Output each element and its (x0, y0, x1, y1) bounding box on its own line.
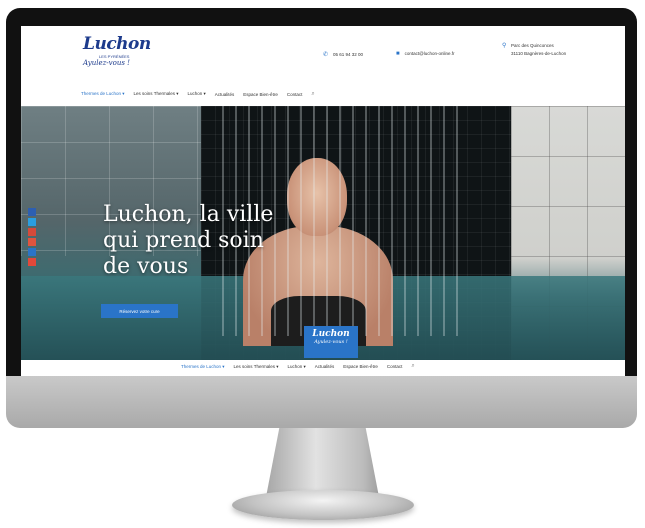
secondary-nav: Thermes de Luchon ▾ Les soins Thermales … (21, 360, 625, 376)
contact-email[interactable]: ■ contact@luchon-online.fr (396, 51, 454, 57)
logo-wordmark: Luchon (83, 34, 151, 54)
hero-title-line-1: Luchon, la ville (103, 202, 274, 227)
center-logo-badge[interactable]: Luchon Ayulez-vous ! (304, 326, 358, 358)
secondary-nav-actualites[interactable]: Actualités (315, 364, 335, 369)
envelope-icon: ■ (396, 51, 400, 57)
linkedin-icon[interactable] (28, 248, 36, 256)
monitor-stand (265, 428, 380, 498)
address-line-2: 31110 Bagnères-de-Luchon (511, 51, 567, 56)
phone-number: 05 61 94 32 00 (333, 52, 364, 57)
email-icon[interactable] (28, 258, 36, 266)
location-pin-icon: ⚲ (502, 43, 507, 49)
hero-title-line-3: de vous (103, 254, 189, 279)
secondary-nav-bien-etre[interactable]: Espace Bien-être (343, 364, 378, 369)
social-share-bar (28, 208, 36, 266)
secondary-search-icon[interactable]: ⌕ (411, 363, 414, 370)
nav-item-soins[interactable]: Les soins Thermales ▾ (134, 91, 179, 97)
hero-title-line-2: qui prend soin (103, 228, 264, 253)
twitter-icon[interactable] (28, 218, 36, 226)
phone-icon: ✆ (323, 52, 329, 58)
search-icon[interactable]: ⌕ (311, 91, 314, 98)
contact-address: Parc des Quinconces 31110 Bagnères-de-Lu… (511, 42, 566, 58)
facebook-icon[interactable] (28, 208, 36, 216)
site-logo[interactable]: Luchon LES PYRÉNÉES Ayulez-vous ! (83, 34, 173, 78)
secondary-nav-contact[interactable]: Contact (387, 364, 403, 369)
main-nav: Thermes de Luchon ▾ Les soins Thermales … (81, 88, 315, 100)
nav-item-bien-etre[interactable]: Espace Bien-être (243, 92, 278, 97)
logo-tagline: Ayulez-vous ! (83, 59, 130, 67)
book-cure-button[interactable]: Réservez votre cure (101, 304, 178, 318)
monitor-chin (6, 376, 637, 428)
pinterest-icon[interactable] (28, 238, 36, 246)
hero-banner: Luchon, la ville qui prend soin de vous … (21, 106, 625, 360)
google-plus-icon[interactable] (28, 228, 36, 236)
secondary-nav-thermes[interactable]: Thermes de Luchon ▾ (181, 364, 225, 370)
monitor-base (232, 490, 414, 520)
email-address: contact@luchon-online.fr (404, 51, 455, 56)
badge-wordmark: Luchon (312, 329, 350, 339)
secondary-nav-soins[interactable]: Les soins Thermales ▾ (234, 364, 279, 370)
hero-title: Luchon, la ville qui prend soin de vous (103, 202, 303, 280)
nav-item-luchon[interactable]: Luchon ▾ (188, 91, 206, 97)
site-header: Luchon LES PYRÉNÉES Ayulez-vous ! ✆ 05 61… (21, 26, 625, 80)
contact-phone[interactable]: ✆ 05 61 94 32 00 (323, 51, 363, 58)
address-line-1: Parc des Quinconces (511, 43, 554, 48)
badge-tagline: Ayulez-vous ! (314, 339, 348, 345)
nav-item-contact[interactable]: Contact (287, 92, 303, 97)
nav-item-actualites[interactable]: Actualités (215, 92, 235, 97)
website-screen: Luchon LES PYRÉNÉES Ayulez-vous ! ✆ 05 61… (21, 26, 625, 376)
secondary-nav-luchon[interactable]: Luchon ▾ (288, 364, 306, 370)
nav-item-thermes[interactable]: Thermes de Luchon ▾ (81, 91, 125, 97)
